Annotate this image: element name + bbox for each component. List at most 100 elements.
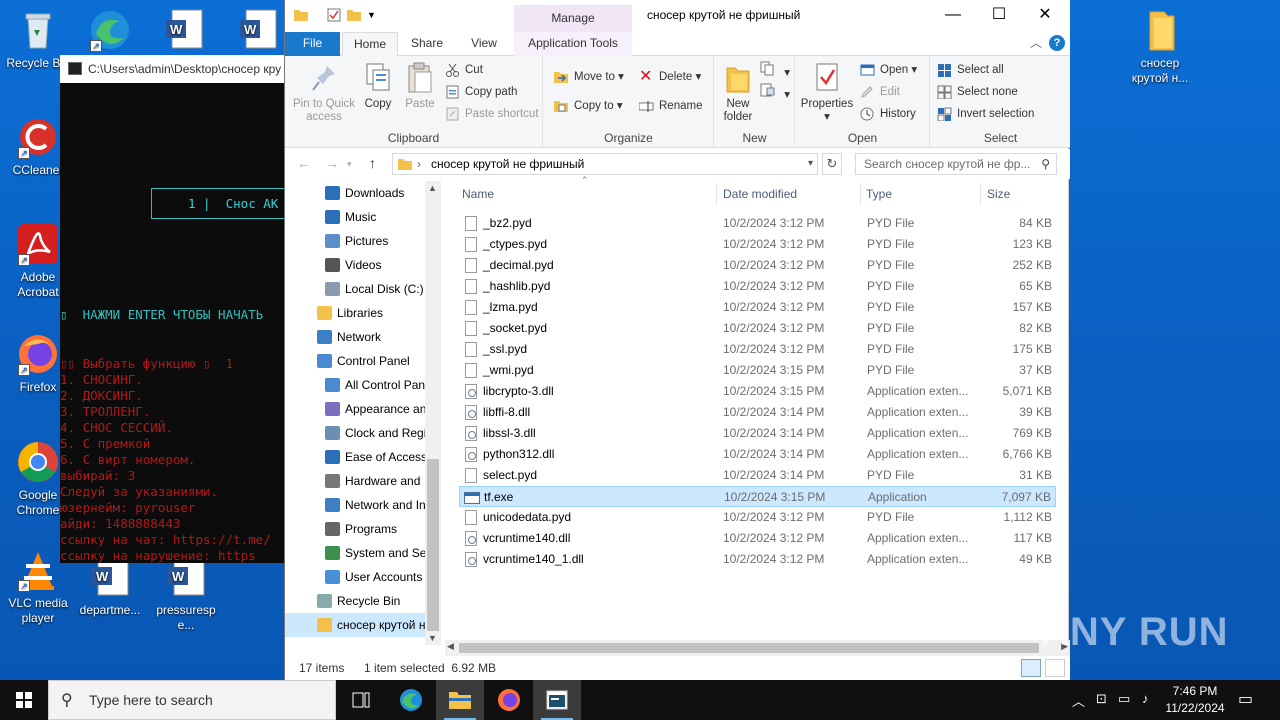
open-button[interactable]: Open ▾ bbox=[858, 60, 917, 80]
new-folder-button[interactable]: New folder bbox=[719, 60, 757, 124]
new-folder-icon[interactable] bbox=[347, 8, 361, 22]
tab-view[interactable]: View bbox=[459, 32, 509, 56]
file-row[interactable]: _bz2.pyd 10/2/2024 3:12 PM PYD File 84 KB bbox=[459, 213, 1056, 234]
nav-item[interactable]: Recycle Bin bbox=[317, 589, 425, 613]
network-status-icon[interactable]: ⊡ bbox=[1096, 691, 1107, 707]
scroll-left-icon[interactable]: ◀ bbox=[447, 641, 454, 652]
large-icons-view-icon[interactable] bbox=[1045, 659, 1065, 677]
paste-shortcut-button[interactable]: Paste shortcut bbox=[443, 104, 539, 124]
chevron-down-icon[interactable]: ▼ bbox=[367, 10, 381, 24]
properties-icon[interactable] bbox=[327, 8, 341, 22]
console-titlebar[interactable]: C:\Users\admin\Desktop\сносер кру bbox=[60, 55, 285, 83]
file-row[interactable]: libffi-8.dll 10/2/2024 3:14 PM Application… bbox=[459, 402, 1056, 423]
tab-share[interactable]: Share bbox=[403, 32, 451, 56]
column-header-size[interactable]: Size bbox=[987, 187, 1010, 201]
horizontal-scroll-thumb[interactable] bbox=[459, 643, 1039, 653]
desktop-icon-word-doc[interactable]: W bbox=[146, 8, 222, 56]
edit-button[interactable]: Edit bbox=[858, 82, 900, 102]
cut-button[interactable]: Cut bbox=[443, 60, 483, 80]
new-item-button[interactable]: ▾ bbox=[759, 60, 790, 80]
scroll-down-icon[interactable]: ▼ bbox=[428, 633, 437, 643]
column-separator[interactable] bbox=[716, 183, 717, 205]
taskbar-explorer-button[interactable] bbox=[436, 680, 484, 720]
tab-home[interactable]: Home bbox=[342, 32, 398, 57]
column-header-name[interactable]: Name bbox=[462, 187, 494, 201]
file-row[interactable]: _hashlib.pyd 10/2/2024 3:12 PM PYD File 65 … bbox=[459, 276, 1056, 297]
easy-access-button[interactable]: ▾ bbox=[759, 82, 790, 102]
nav-item[interactable]: Local Disk (C:) bbox=[325, 277, 425, 301]
rename-button[interactable]: Rename bbox=[637, 96, 702, 116]
nav-item[interactable]: User Accounts bbox=[325, 565, 425, 589]
file-row[interactable]: vcruntime140_1.dll 10/2/2024 3:12 PM Appli… bbox=[459, 549, 1056, 570]
nav-item[interactable]: All Control Pan bbox=[325, 373, 425, 397]
file-row[interactable]: vcruntime140.dll 10/2/2024 3:12 PM Applica… bbox=[459, 528, 1056, 549]
search-input[interactable]: Search сносер крутой не фр... ⚲ bbox=[855, 153, 1057, 175]
select-all-button[interactable]: Select all bbox=[935, 60, 1004, 80]
copy-button[interactable]: Copy bbox=[359, 60, 397, 111]
taskbar-search-box[interactable]: ⚲ Type here to search bbox=[48, 680, 336, 720]
tab-file[interactable]: File bbox=[285, 32, 340, 56]
taskbar-console-button[interactable] bbox=[533, 680, 581, 720]
nav-item[interactable]: Appearance an bbox=[325, 397, 425, 421]
forward-arrow-icon[interactable]: → bbox=[325, 155, 339, 171]
column-header-date[interactable]: Date modified bbox=[723, 187, 797, 201]
move-to-button[interactable]: Move to ▾ bbox=[552, 67, 624, 87]
file-row[interactable]: libcrypto-3.dll 10/2/2024 3:15 PM Applicat… bbox=[459, 381, 1056, 402]
invert-selection-button[interactable]: Invert selection bbox=[935, 104, 1034, 124]
file-row[interactable]: unicodedata.pyd 10/2/2024 3:12 PM PYD File… bbox=[459, 507, 1056, 528]
breadcrumb-current-folder[interactable]: сносер крутой не фришный bbox=[431, 157, 584, 171]
file-row[interactable]: _ctypes.pyd 10/2/2024 3:12 PM PYD File 123 … bbox=[459, 234, 1056, 255]
task-view-button[interactable] bbox=[336, 680, 384, 720]
pin-to-quick-access-button[interactable]: Pin to Quick access bbox=[289, 60, 359, 124]
notifications-icon[interactable]: ▭ bbox=[1238, 689, 1253, 709]
column-separator[interactable] bbox=[860, 183, 861, 205]
column-separator[interactable] bbox=[980, 183, 981, 205]
volume-icon[interactable]: ♪ bbox=[1142, 691, 1149, 706]
nav-item[interactable]: Hardware and bbox=[325, 469, 425, 493]
back-arrow-icon[interactable]: ← bbox=[297, 155, 311, 171]
maximize-button[interactable]: ☐ bbox=[976, 0, 1022, 30]
recent-locations-icon[interactable]: ▾ bbox=[347, 159, 352, 170]
close-button[interactable]: ✕ bbox=[1022, 0, 1068, 30]
properties-button[interactable]: Properties ▾ bbox=[798, 60, 856, 124]
desktop-icon-folder[interactable]: сносер крутой н... bbox=[1122, 8, 1198, 86]
file-row[interactable]: _wmi.pyd 10/2/2024 3:15 PM PYD File 37 KB bbox=[459, 360, 1056, 381]
file-row[interactable]: _decimal.pyd 10/2/2024 3:12 PM PYD File 252… bbox=[459, 255, 1056, 276]
horizontal-scrollbar[interactable]: ◀ ▶ bbox=[445, 640, 1070, 656]
taskbar-firefox-button[interactable] bbox=[485, 680, 533, 720]
column-header-type[interactable]: Type bbox=[866, 187, 892, 201]
delete-button[interactable]: ✕ Delete ▾ bbox=[637, 67, 701, 87]
nav-item[interactable]: Libraries bbox=[317, 301, 425, 325]
nav-item[interactable]: сносер крутой н bbox=[285, 613, 425, 637]
file-row[interactable]: tf.exe 10/2/2024 3:15 PM Application 7,097 … bbox=[459, 486, 1056, 507]
desktop-icon-edge[interactable]: ↗ bbox=[72, 8, 148, 56]
taskbar-edge-button[interactable] bbox=[387, 680, 435, 720]
select-none-button[interactable]: Select none bbox=[935, 82, 1018, 102]
console-window[interactable]: C:\Users\admin\Desktop\сносер кру 1 | Сн… bbox=[60, 55, 285, 563]
collapse-ribbon-icon[interactable]: ︿ bbox=[1030, 34, 1042, 51]
minimize-button[interactable]: — bbox=[930, 0, 976, 30]
details-view-icon[interactable] bbox=[1021, 659, 1041, 677]
address-dropdown-icon[interactable]: ▾ bbox=[808, 154, 813, 174]
start-button[interactable] bbox=[0, 680, 48, 720]
desktop-icon-word-doc[interactable]: W departme... bbox=[72, 555, 148, 618]
nav-item[interactable]: Ease of Access bbox=[325, 445, 425, 469]
file-explorer-window[interactable]: ▼ Manage сносер крутой не фришный — ☐ ✕ … bbox=[284, 0, 1070, 680]
file-row[interactable]: _lzma.pyd 10/2/2024 3:12 PM PYD File 157 KB bbox=[459, 297, 1056, 318]
nav-scrollbar[interactable]: ▲ ▼ bbox=[425, 181, 441, 645]
file-row[interactable]: python312.dll 10/2/2024 3:14 PM Applicatio… bbox=[459, 444, 1056, 465]
file-row[interactable]: _socket.pyd 10/2/2024 3:12 PM PYD File 82 K… bbox=[459, 318, 1056, 339]
address-bar[interactable]: › сносер крутой не фришный ▾ bbox=[392, 153, 818, 175]
desktop-icon-word-doc[interactable]: W pressuresp e... bbox=[148, 555, 224, 633]
nav-item[interactable]: Network bbox=[317, 325, 425, 349]
nav-item[interactable]: Downloads bbox=[325, 181, 425, 205]
help-icon[interactable]: ? bbox=[1049, 35, 1065, 51]
nav-item[interactable]: Music bbox=[325, 205, 425, 229]
nav-item[interactable]: Pictures bbox=[325, 229, 425, 253]
nav-item[interactable]: Programs bbox=[325, 517, 425, 541]
file-row[interactable]: libssl-3.dll 10/2/2024 3:14 PM Application… bbox=[459, 423, 1056, 444]
up-arrow-icon[interactable]: ↑ bbox=[369, 155, 376, 171]
nav-item[interactable]: System and Sec bbox=[325, 541, 425, 565]
copy-path-button[interactable]: Copy path bbox=[443, 82, 517, 102]
file-row[interactable]: select.pyd 10/2/2024 3:14 PM PYD File 31 KB bbox=[459, 465, 1056, 486]
